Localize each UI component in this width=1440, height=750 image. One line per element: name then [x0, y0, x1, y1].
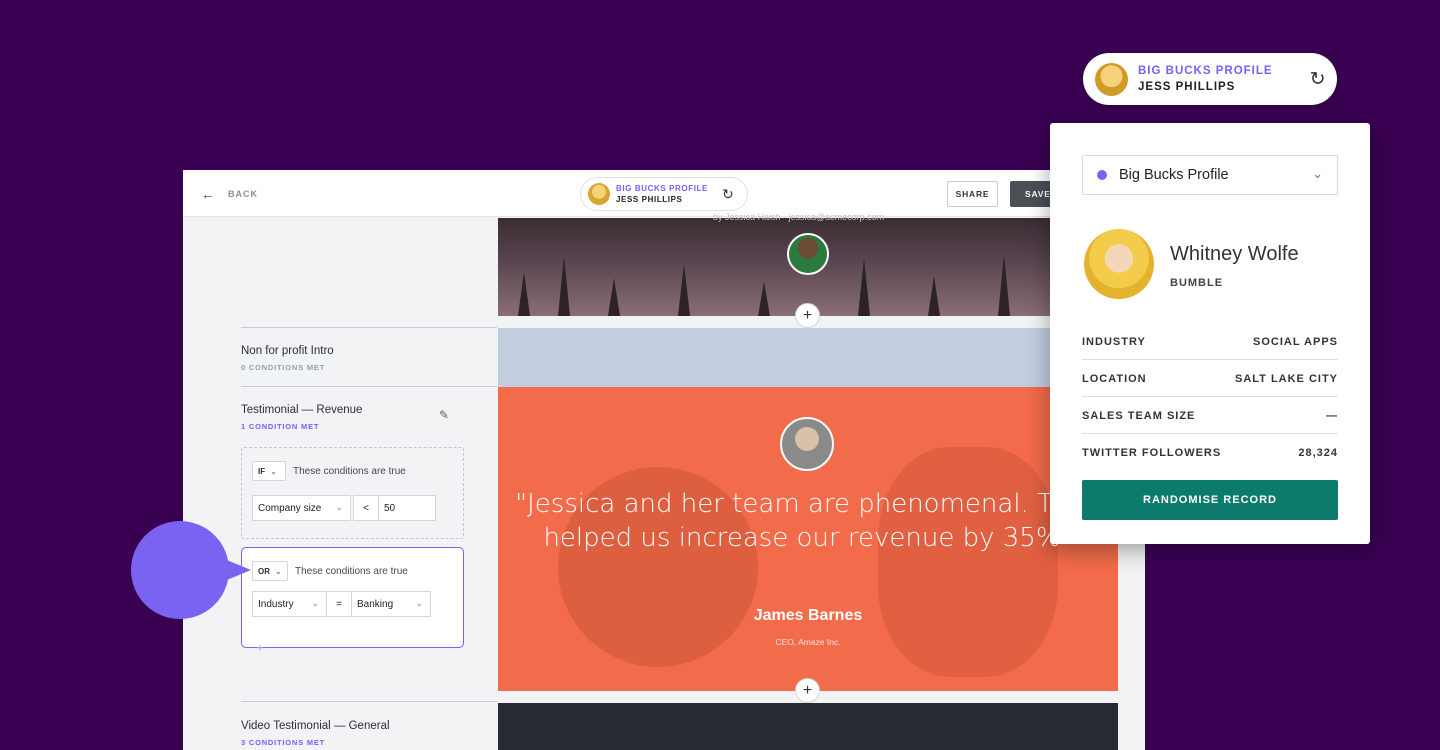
testimonial-role: CEO, Amaze Inc.	[775, 637, 841, 647]
attribute-row: TWITTER FOLLOWERS 28,324	[1082, 434, 1338, 471]
operator-select[interactable]: OR ⌄	[252, 561, 288, 581]
editor-window: ← BACK BIG BUCKS PROFILE JESS PHILLIPS ↻…	[183, 170, 1145, 750]
operator-label: IF	[258, 466, 266, 476]
chevron-down-icon: ⌄	[335, 502, 343, 512]
attribute-value: SALT LAKE CITY	[1234, 372, 1338, 385]
condition-group: IF ⌄ These conditions are true Company s…	[241, 447, 464, 539]
avatar	[787, 233, 829, 275]
avatar	[780, 417, 834, 471]
condition-text: These conditions are true	[293, 466, 406, 477]
field-label: Industry	[258, 598, 294, 610]
profile-card: Big Bucks Profile ⌄ Whitney Wolfe BUMBLE…	[1050, 123, 1370, 544]
section-status: 1 CONDITION MET	[241, 422, 320, 431]
profile-select-label: Big Bucks Profile	[1119, 167, 1229, 183]
divider	[241, 327, 497, 328]
divider	[241, 701, 497, 702]
section-status: 0 CONDITIONS MET	[241, 363, 326, 372]
add-block-button[interactable]: +	[795, 303, 820, 328]
operator-label: OR	[258, 566, 270, 576]
add-block-button[interactable]: +	[795, 678, 820, 703]
testimonial-quote: "Jessica and her team are phenomenal. Th…	[515, 489, 1101, 553]
value-select[interactable]: Banking ⌄	[351, 591, 431, 617]
operator-select[interactable]: IF ⌄	[252, 461, 286, 481]
profile-title: BIG BUCKS PROFILE	[616, 184, 708, 193]
profile-name: JESS PHILLIPS	[616, 195, 683, 204]
chevron-down-icon: ⌄	[275, 566, 282, 576]
chevron-down-icon: ⌄	[415, 598, 423, 608]
status-dot-icon	[1097, 170, 1107, 180]
attribute-row: INDUSTRY SOCIAL APPS	[1082, 323, 1338, 360]
top-bar: ← BACK BIG BUCKS PROFILE JESS PHILLIPS ↻…	[183, 170, 1145, 217]
avatar	[588, 183, 610, 205]
video-block[interactable]	[498, 703, 1118, 750]
reload-icon[interactable]: ↻	[1310, 68, 1326, 91]
section-title[interactable]: Testimonial — Revenue	[241, 404, 362, 416]
field-label: Company size	[258, 502, 322, 514]
plus-icon: +	[802, 681, 813, 699]
back-label: BACK	[228, 189, 258, 199]
attribute-label: INDUSTRY	[1082, 335, 1146, 348]
testimonial-block[interactable]: "Jessica and her team are phenomenal. Th…	[498, 387, 1118, 691]
back-arrow-icon: ←	[201, 186, 216, 202]
chevron-down-icon: ⌄	[1312, 166, 1323, 181]
byline: by Jessica Haish · jessica@acmecorp.com	[713, 212, 885, 222]
divider	[241, 386, 497, 387]
comparator-select[interactable]: =	[326, 591, 352, 617]
chevron-down-icon: ⌄	[311, 598, 319, 608]
attribute-value: 28,324	[1298, 446, 1338, 459]
field-select[interactable]: Company size ⌄	[252, 495, 351, 521]
value-label: Banking	[357, 598, 394, 610]
profile-select[interactable]: Big Bucks Profile ⌄	[1082, 155, 1338, 195]
chevron-down-icon: ⌄	[270, 466, 277, 476]
profile-title: BIG BUCKS PROFILE	[1138, 65, 1273, 77]
profile-name: Whitney Wolfe	[1170, 243, 1299, 265]
profile-company: BUMBLE	[1170, 277, 1224, 289]
section-status: 3 CONDITIONS MET	[241, 738, 326, 747]
pencil-icon[interactable]: ✎	[439, 408, 449, 422]
randomise-record-button[interactable]: RANDOMISE RECORD	[1082, 480, 1338, 520]
profile-switcher-pill-large[interactable]: BIG BUCKS PROFILE JESS PHILLIPS ↻	[1083, 53, 1337, 105]
section-title[interactable]: Video Testimonial — General	[241, 720, 390, 732]
share-button[interactable]: SHARE	[947, 181, 998, 207]
attribute-row: LOCATION SALT LAKE CITY	[1082, 360, 1338, 397]
attribute-row: SALES TEAM SIZE —	[1082, 397, 1338, 434]
plus-icon[interactable]: +	[256, 640, 264, 655]
profile-switcher-pill[interactable]: BIG BUCKS PROFILE JESS PHILLIPS ↻	[580, 177, 748, 211]
avatar	[1095, 62, 1128, 96]
pointer-marker-tip	[205, 551, 251, 589]
reload-icon[interactable]: ↻	[722, 186, 734, 203]
attribute-value: —	[1326, 409, 1338, 422]
plus-icon: +	[802, 306, 813, 324]
testimonial-author: James Barnes	[753, 607, 863, 624]
back-button[interactable]: ← BACK	[201, 186, 258, 202]
comparator-select[interactable]: <	[353, 495, 379, 521]
attribute-label: SALES TEAM SIZE	[1082, 409, 1196, 422]
attribute-label: TWITTER FOLLOWERS	[1082, 446, 1222, 459]
field-select[interactable]: Industry ⌄	[252, 591, 327, 617]
avatar	[1084, 229, 1154, 299]
profile-name: JESS PHILLIPS	[1138, 81, 1236, 93]
condition-group-active: OR ⌄ These conditions are true Industry …	[241, 547, 464, 648]
attribute-value: SOCIAL APPS	[1253, 335, 1338, 348]
value-input[interactable]: 50	[378, 495, 436, 521]
condition-text: These conditions are true	[295, 566, 408, 577]
intro-block[interactable]	[498, 328, 1118, 387]
section-title[interactable]: Non for profit Intro	[241, 345, 334, 357]
attribute-label: LOCATION	[1082, 372, 1147, 385]
